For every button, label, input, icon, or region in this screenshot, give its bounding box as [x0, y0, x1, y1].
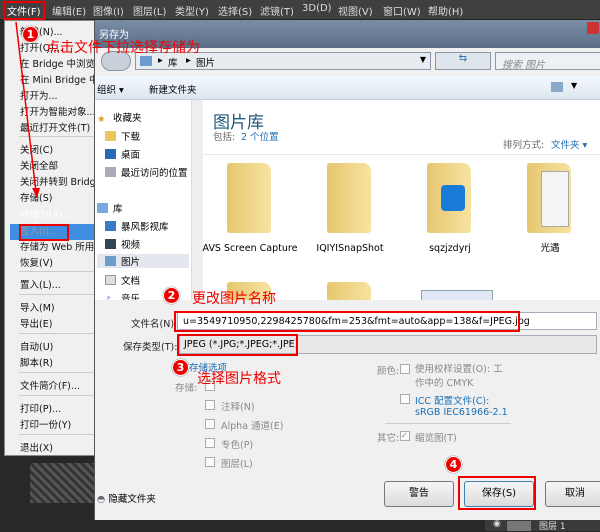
annotation-box	[458, 476, 536, 510]
step-badge: 4	[445, 456, 462, 473]
annotation-text: 更改图片名称	[192, 291, 276, 307]
step-badge: 3	[172, 359, 189, 376]
step-badge: 1	[22, 26, 39, 43]
annotation-text: 选择图片格式	[197, 371, 281, 387]
annotation-box	[177, 334, 298, 356]
annotation-arrow	[15, 21, 40, 198]
annotation-text: 点击文件下拉选择存储为	[46, 40, 200, 56]
step-badge: 2	[163, 287, 180, 304]
annotation-box	[174, 311, 520, 332]
